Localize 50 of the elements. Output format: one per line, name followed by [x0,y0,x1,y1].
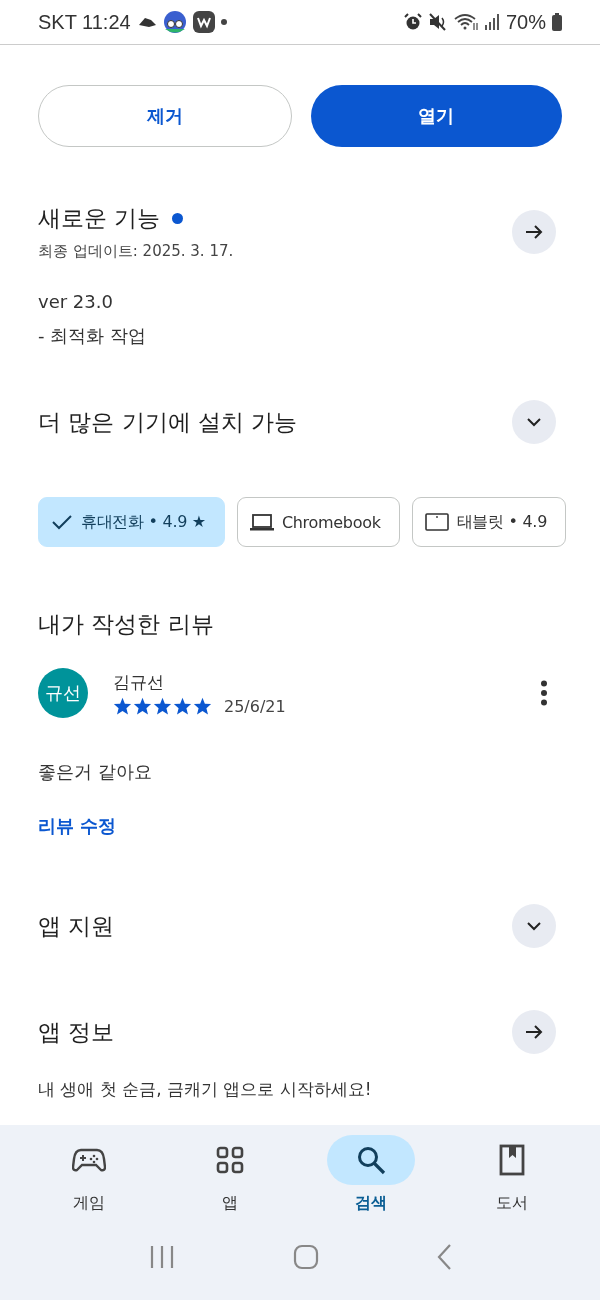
back-icon[interactable] [435,1244,452,1270]
check-icon [51,513,73,531]
star-icon [173,697,192,715]
edit-review-link[interactable]: 리뷰 수정 [38,814,117,838]
search-icon [355,1145,386,1175]
cloud-icon [136,16,157,28]
arrow-button[interactable] [512,1010,556,1054]
release-note: - 최적화 작업 [38,324,147,348]
review-date: 25/6/21 [224,696,286,716]
review-author: 김규선 [113,670,165,694]
update-date: 최종 업데이트: 2025. 3. 17. [38,242,234,261]
section-title: 내가 작성한 리뷰 [38,610,215,639]
laptop-icon [249,513,274,531]
device-chip[interactable]: 휴대전화 • 4.9 ★ [38,497,225,547]
app-description: 내 생애 첫 순금, 금캐기 앱으로 시작하세요! [38,1078,373,1101]
more-options-icon[interactable] [538,680,550,706]
w-app-icon [192,11,215,33]
bookmarked-book-icon [498,1144,525,1176]
star-icon [153,697,172,715]
alarm-icon [403,13,422,31]
arrow-button[interactable] [512,210,556,254]
battery-icon [552,13,562,31]
nav-tab[interactable]: 도서 [461,1135,562,1214]
star-icon [193,697,212,715]
wifi-icon [453,13,478,31]
app-notification-icon [162,10,187,34]
action-button[interactable]: 제거 [38,85,292,147]
signal-icon [483,14,500,30]
gamepad-icon [71,1147,106,1173]
star-icon [133,697,152,715]
star-icon [113,697,132,715]
tablet-icon [424,513,449,531]
home-icon[interactable] [293,1244,319,1270]
section-title: 새로운 기능 [38,204,161,233]
nav-tab[interactable]: 게임 [38,1135,139,1214]
device-chip[interactable]: 태블릿 • 4.9 [411,497,566,547]
review-text: 좋은거 같아요 [38,760,153,784]
grid-icon [215,1146,244,1174]
section-title: 앱 정보 [38,1017,115,1047]
release-note: ver 23.0 [38,291,114,312]
battery-percent: 70% [505,10,546,34]
action-button[interactable]: 열기 [310,85,562,147]
section-title: 더 많은 기기에 설치 가능 [38,407,298,437]
mute-icon [427,13,448,31]
more-notifications-icon [220,19,227,25]
device-chip[interactable]: Chromebook [236,497,400,547]
nav-tab[interactable]: 앱 [179,1135,280,1214]
section-title: 앱 지원 [38,911,115,941]
status-carrier-time: SKT 11:24 [38,10,131,34]
user-avatar: 규선 [38,668,88,718]
